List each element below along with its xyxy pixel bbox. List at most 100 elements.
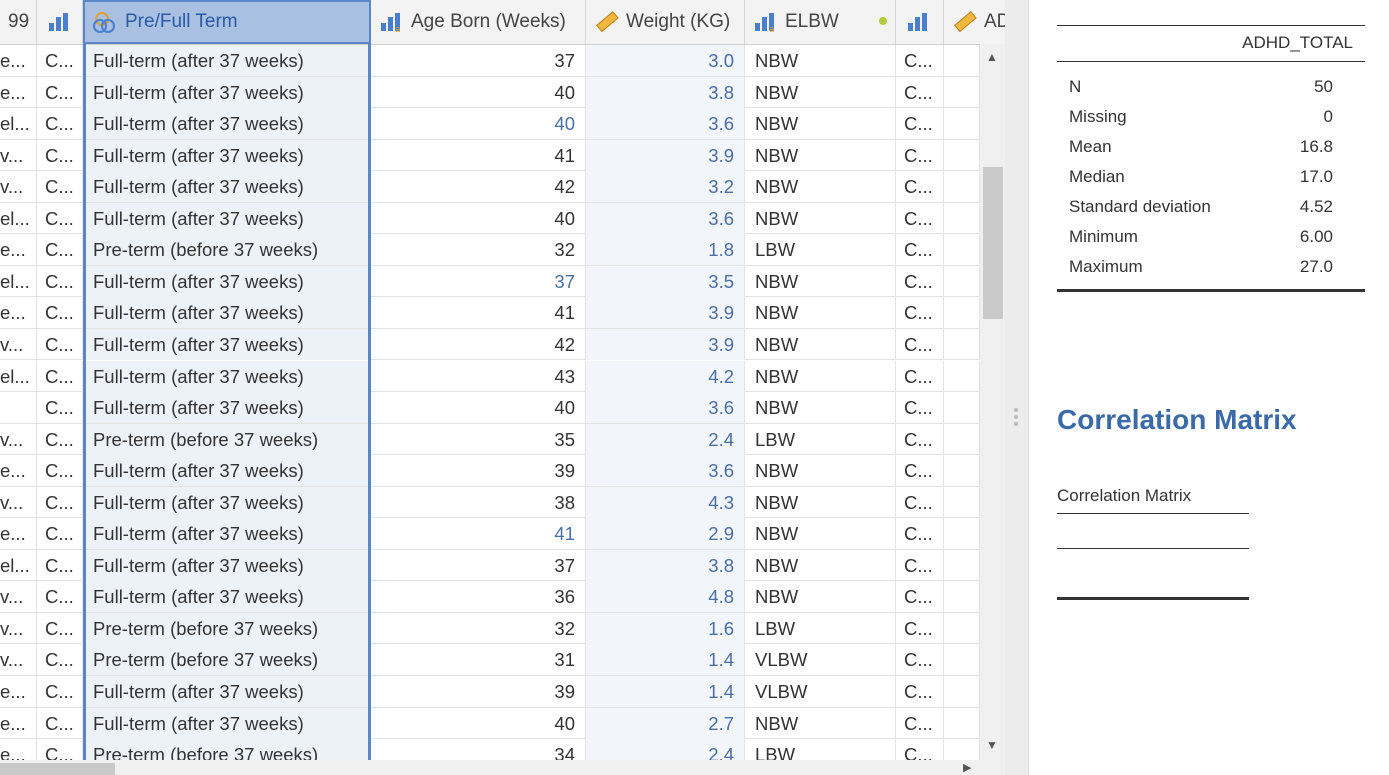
cell-age-born[interactable]: 32	[371, 234, 586, 266]
cell-ad[interactable]	[944, 45, 980, 76]
cell-col6[interactable]: C...	[896, 108, 944, 140]
cell-col0[interactable]: e...	[0, 76, 37, 108]
cell-age-born[interactable]: 32	[371, 612, 586, 644]
cell-col1[interactable]: C...	[37, 423, 83, 455]
cell-ad[interactable]	[944, 423, 980, 455]
cell-col0[interactable]: el...	[0, 265, 37, 297]
cell-pre-full-term[interactable]: Full-term (after 37 weeks)	[83, 676, 371, 707]
cell-ad[interactable]	[944, 518, 980, 550]
cell-elbw[interactable]: LBW	[745, 612, 896, 644]
cell-age-born[interactable]: 37	[371, 45, 586, 76]
table-row[interactable]: el... C... Full-term (after 37 weeks) 43 4.2…	[0, 360, 980, 392]
cell-col0[interactable]: e...	[0, 297, 37, 329]
cell-elbw[interactable]: NBW	[745, 45, 896, 76]
cell-weight[interactable]: 3.6	[586, 202, 745, 234]
cell-col1[interactable]: C...	[37, 518, 83, 550]
cell-age-born[interactable]: 43	[371, 360, 586, 392]
cell-pre-full-term[interactable]: Full-term (after 37 weeks)	[83, 518, 371, 550]
cell-pre-full-term[interactable]: Full-term (after 37 weeks)	[83, 392, 371, 424]
cell-col1[interactable]: C...	[37, 739, 83, 760]
cell-elbw[interactable]: VLBW	[745, 676, 896, 707]
cell-col1[interactable]: C...	[37, 360, 83, 392]
cell-col0[interactable]: e...	[0, 707, 37, 739]
cell-weight[interactable]: 2.7	[586, 707, 745, 739]
cell-ad[interactable]	[944, 644, 980, 676]
cell-ad[interactable]	[944, 265, 980, 297]
cell-elbw[interactable]: NBW	[745, 171, 896, 203]
cell-col6[interactable]: C...	[896, 423, 944, 455]
cell-elbw[interactable]: NBW	[745, 392, 896, 424]
cell-col0[interactable]: v...	[0, 328, 37, 360]
cell-ad[interactable]	[944, 707, 980, 739]
cell-age-born[interactable]: 40	[371, 707, 586, 739]
cell-pre-full-term[interactable]: Pre-term (before 37 weeks)	[83, 423, 371, 455]
column-header-nominal[interactable]	[37, 0, 83, 44]
cell-weight[interactable]: 1.8	[586, 234, 745, 266]
vertical-scroll-thumb[interactable]	[983, 167, 1003, 319]
cell-weight[interactable]: 2.4	[586, 423, 745, 455]
cell-col6[interactable]: C...	[896, 171, 944, 203]
cell-pre-full-term[interactable]: Full-term (after 37 weeks)	[83, 328, 371, 360]
column-header-ad[interactable]: AD	[944, 0, 1005, 44]
cell-weight[interactable]: 4.3	[586, 486, 745, 518]
cell-col6[interactable]: C...	[896, 297, 944, 329]
cell-ad[interactable]	[944, 76, 980, 108]
cell-col6[interactable]: C...	[896, 581, 944, 613]
cell-ad[interactable]	[944, 360, 980, 392]
column-header-nominal-2[interactable]	[896, 0, 944, 44]
cell-elbw[interactable]: NBW	[745, 328, 896, 360]
table-row[interactable]: v... C... Full-term (after 37 weeks) 36 4.8 N…	[0, 581, 980, 613]
cell-col0[interactable]: e...	[0, 455, 37, 487]
cell-col6[interactable]: C...	[896, 234, 944, 266]
cell-col1[interactable]: C...	[37, 45, 83, 76]
cell-weight[interactable]: 3.2	[586, 171, 745, 203]
table-row[interactable]: v... C... Full-term (after 37 weeks) 42 3.9 N…	[0, 328, 980, 361]
cell-col0[interactable]: v...	[0, 139, 37, 171]
cell-col6[interactable]: C...	[896, 328, 944, 360]
cell-col1[interactable]: C...	[37, 297, 83, 329]
cell-elbw[interactable]: NBW	[745, 139, 896, 171]
cell-col0[interactable]: e...	[0, 45, 37, 76]
spreadsheet[interactable]: 99 Pre/Full Term a Age Born (Weeks) Weig…	[0, 0, 1005, 775]
cell-col0[interactable]: el...	[0, 549, 37, 581]
cell-age-born[interactable]: 36	[371, 581, 586, 613]
cell-col1[interactable]: C...	[37, 234, 83, 266]
cell-col0[interactable]: v...	[0, 644, 37, 676]
table-row[interactable]: e... C... Full-term (after 37 weeks) 37 3.0 N…	[0, 45, 980, 77]
cell-col6[interactable]: C...	[896, 45, 944, 76]
cell-pre-full-term[interactable]: Full-term (after 37 weeks)	[83, 202, 371, 234]
cell-age-born[interactable]: 31	[371, 644, 586, 676]
table-row[interactable]: el... C... Full-term (after 37 weeks) 40 3.6…	[0, 202, 980, 235]
table-row[interactable]: C... Full-term (after 37 weeks) 40 3.6 NBW C.…	[0, 392, 980, 424]
cell-age-born[interactable]: 42	[371, 328, 586, 360]
cell-elbw[interactable]: NBW	[745, 360, 896, 392]
cell-weight[interactable]: 3.8	[586, 76, 745, 108]
table-row[interactable]: v... C... Full-term (after 37 weeks) 38 4.3 N…	[0, 486, 980, 519]
cell-pre-full-term[interactable]: Full-term (after 37 weeks)	[83, 486, 371, 518]
cell-col0[interactable]: v...	[0, 486, 37, 518]
cell-ad[interactable]	[944, 739, 980, 760]
cell-col6[interactable]: C...	[896, 707, 944, 739]
cell-pre-full-term[interactable]: Full-term (after 37 weeks)	[83, 171, 371, 203]
cell-weight[interactable]: 1.6	[586, 612, 745, 644]
cell-elbw[interactable]: NBW	[745, 581, 896, 613]
table-row[interactable]: v... C... Pre-term (before 37 weeks) 35 2.4 L…	[0, 423, 980, 456]
cell-col6[interactable]: C...	[896, 644, 944, 676]
cell-ad[interactable]	[944, 581, 980, 613]
vertical-scrollbar[interactable]: ▲ ▼	[980, 44, 1005, 760]
cell-elbw[interactable]: VLBW	[745, 644, 896, 676]
cell-col6[interactable]: C...	[896, 139, 944, 171]
cell-elbw[interactable]: NBW	[745, 486, 896, 518]
column-header-elbw[interactable]: a ELBW	[745, 0, 896, 44]
cell-pre-full-term[interactable]: Full-term (after 37 weeks)	[83, 581, 371, 613]
cell-col0[interactable]: v...	[0, 423, 37, 455]
cell-elbw[interactable]: NBW	[745, 108, 896, 140]
table-row[interactable]: v... C... Pre-term (before 37 weeks) 32 1.6 L…	[0, 612, 980, 645]
cell-age-born[interactable]: 40	[371, 202, 586, 234]
cell-col1[interactable]: C...	[37, 581, 83, 613]
drag-handle-icon[interactable]	[1014, 408, 1018, 429]
cell-weight[interactable]: 3.9	[586, 297, 745, 329]
cell-weight[interactable]: 1.4	[586, 676, 745, 707]
cell-col1[interactable]: C...	[37, 644, 83, 676]
cell-col1[interactable]: C...	[37, 202, 83, 234]
